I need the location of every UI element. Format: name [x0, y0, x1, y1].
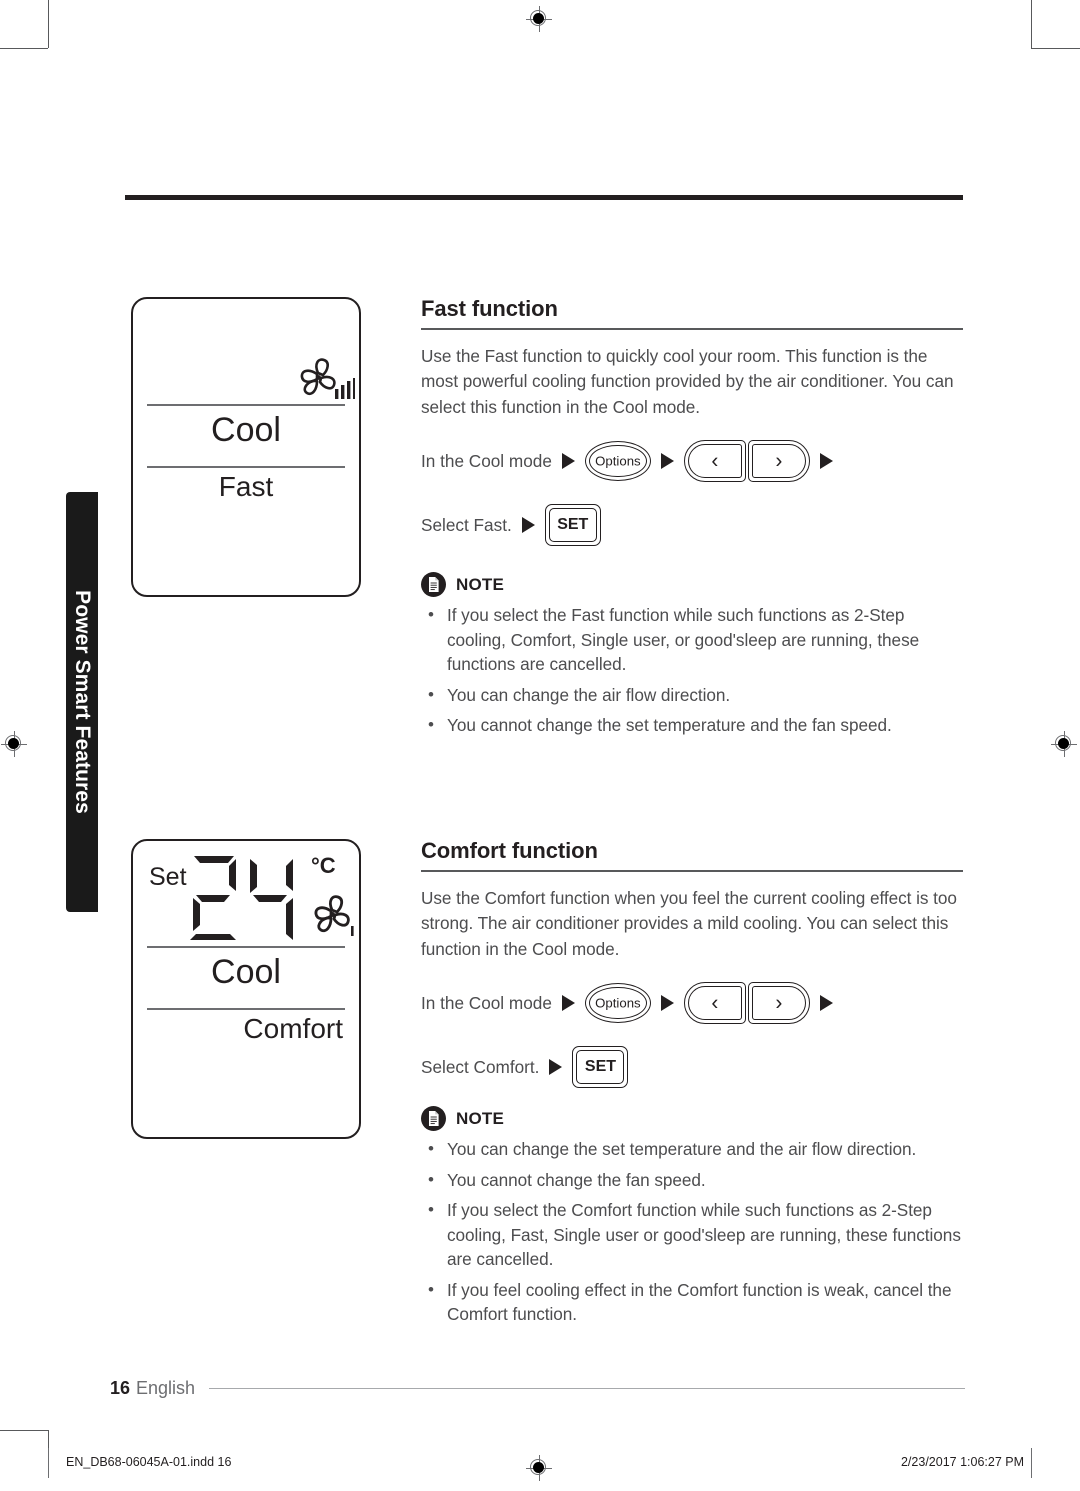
previous-button[interactable]: ‹	[683, 440, 746, 482]
nav-arrow-pair: ‹ ›	[683, 982, 810, 1024]
arrow-right-icon	[561, 453, 575, 469]
comfort-function-title-rule	[421, 870, 963, 872]
note-document-icon	[421, 572, 446, 597]
fast-function-step-2: Select Fast. SET	[421, 502, 963, 548]
arrow-right-icon	[549, 1059, 563, 1075]
arrow-right-icon	[660, 995, 674, 1011]
chevron-left-icon: ‹	[711, 991, 719, 1015]
registration-mark-right	[1051, 731, 1077, 757]
print-mark-divider-left	[48, 1448, 49, 1478]
list-item: You cannot change the fan speed.	[421, 1168, 963, 1193]
comfort-function-body: Use the Comfort function when you feel t…	[421, 887, 957, 959]
fast-function-note-header: NOTE	[421, 572, 963, 597]
options-button[interactable]: Options	[584, 983, 651, 1023]
fast-function-title: Fast function	[421, 296, 558, 321]
comfort-display-function-text: Comfort	[243, 1013, 343, 1044]
options-button-label: Options	[595, 995, 641, 1011]
page-number: 16	[110, 1378, 131, 1398]
list-item: You can change the air flow direction.	[421, 683, 963, 708]
comfort-display-temperature: 24	[187, 851, 307, 947]
registration-mark-top	[526, 6, 552, 32]
crop-mark-top-right-horizontal	[1031, 48, 1080, 49]
arrow-right-icon	[819, 453, 833, 469]
next-button[interactable]: ›	[747, 440, 810, 482]
crop-mark-bottom-left-horizontal	[0, 1430, 48, 1431]
page-header-rule	[125, 195, 963, 200]
fast-function-section: Fast function Use the Fast function to q…	[421, 296, 963, 738]
list-item: If you select the Comfort function while…	[421, 1198, 963, 1272]
comfort-step1-label: In the Cool mode	[421, 992, 552, 1013]
fast-display-separator-top	[147, 404, 345, 406]
comfort-display-mode-text: Cool	[211, 953, 281, 991]
previous-button[interactable]: ‹	[683, 982, 746, 1024]
arrow-right-icon	[819, 995, 833, 1011]
comfort-note-label: NOTE	[456, 1108, 505, 1128]
print-file-name: EN_DB68-06045A-01.indd 16	[66, 1455, 232, 1469]
list-item: You cannot change the set temperature an…	[421, 713, 963, 738]
comfort-function-note-header: NOTE	[421, 1106, 963, 1131]
set-button-label: SET	[584, 1058, 617, 1075]
list-item: If you select the Fast function while su…	[421, 603, 963, 677]
fast-function-note-list: If you select the Fast function while su…	[421, 603, 963, 738]
fast-display-mode-text: Cool	[211, 411, 281, 449]
comfort-display-separator-bottom	[147, 1008, 345, 1010]
comfort-display-separator-top	[147, 946, 345, 948]
fast-note-label: NOTE	[456, 574, 505, 594]
print-mark-divider-right	[1031, 1448, 1032, 1478]
chapter-side-tab-label: Power Smart Features	[71, 590, 94, 814]
comfort-function-section: Comfort function Use the Comfort functio…	[421, 838, 963, 1327]
comfort-display-set-label: Set	[149, 863, 187, 891]
options-button[interactable]: Options	[584, 441, 651, 481]
list-item: If you feel cooling effect in the Comfor…	[421, 1278, 963, 1327]
fast-step2-label: Select Fast.	[421, 514, 512, 535]
next-button[interactable]: ›	[747, 982, 810, 1024]
crop-mark-top-left-vertical	[48, 0, 49, 48]
fast-step1-label: In the Cool mode	[421, 450, 552, 471]
chevron-left-icon: ‹	[711, 449, 719, 473]
comfort-function-note-list: You can change the set temperature and t…	[421, 1137, 963, 1327]
comfort-function-step-2: Select Comfort. SET	[421, 1044, 963, 1090]
print-timestamp: 2/23/2017 1:06:27 PM	[900, 1455, 1024, 1469]
nav-arrow-pair: ‹ ›	[683, 440, 810, 482]
set-button-label: SET	[557, 516, 589, 533]
crop-mark-top-left-horizontal	[0, 48, 48, 49]
fast-function-step-1: In the Cool mode Options ‹ ›	[421, 438, 963, 484]
set-button[interactable]: SET	[544, 504, 601, 546]
fan-speed-icon	[293, 357, 355, 403]
options-button-label: Options	[595, 453, 641, 469]
registration-mark-left	[1, 731, 27, 757]
chapter-side-tab: Power Smart Features	[66, 492, 98, 912]
fan-speed-icon	[311, 893, 361, 943]
comfort-display-unit: °C	[311, 853, 336, 878]
fast-display-panel: Cool Fast	[131, 297, 361, 597]
set-button[interactable]: SET	[572, 1046, 629, 1088]
fast-function-body: Use the Fast function to quickly cool yo…	[421, 345, 954, 417]
fast-display-separator-bottom	[147, 466, 345, 468]
chevron-right-icon: ›	[775, 449, 783, 473]
registration-mark-bottom	[526, 1455, 552, 1481]
comfort-function-title: Comfort function	[421, 838, 598, 863]
crop-mark-top-right-vertical	[1031, 0, 1032, 48]
arrow-right-icon	[521, 517, 535, 533]
comfort-display-panel: Set 24 °C	[131, 839, 361, 1139]
note-document-icon	[421, 1106, 446, 1131]
fast-function-title-rule	[421, 328, 963, 330]
comfort-function-step-1: In the Cool mode Options ‹ ›	[421, 980, 963, 1026]
page-footer: 16 English	[110, 1378, 965, 1399]
page-language: English	[136, 1378, 196, 1398]
chevron-right-icon: ›	[775, 991, 783, 1015]
fast-display-function-text: Fast	[218, 471, 274, 502]
footer-rule	[209, 1387, 965, 1390]
comfort-step2-label: Select Comfort.	[421, 1056, 540, 1077]
list-item: You can change the set temperature and t…	[421, 1137, 963, 1162]
arrow-right-icon	[561, 995, 575, 1011]
arrow-right-icon	[660, 453, 674, 469]
